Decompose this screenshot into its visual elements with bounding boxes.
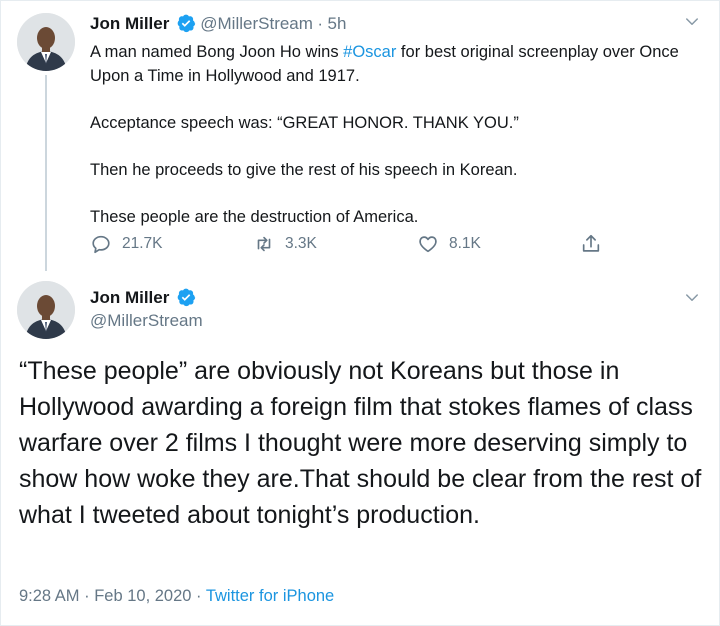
- verified-badge-icon: [177, 14, 195, 33]
- tweet-text: A man named Bong Joon Ho wins #Oscar for…: [90, 40, 700, 252]
- tweet-header: Jon Miller: [90, 287, 196, 308]
- avatar-image: [17, 281, 75, 339]
- retweet-count: 3.3K: [285, 235, 317, 252]
- handle-line: @MillerStream: [90, 311, 203, 331]
- tweet-text: “These people” are obviously not Koreans…: [19, 357, 702, 529]
- reply-button[interactable]: 21.7K: [90, 233, 163, 255]
- reply-icon: [92, 235, 110, 254]
- avatar[interactable]: [17, 281, 75, 339]
- heart-icon: [419, 236, 437, 253]
- separator-dot: ·: [317, 14, 324, 33]
- tweet-paragraph: These people are the destruction of Amer…: [90, 208, 419, 226]
- author-handle[interactable]: @MillerStream: [90, 311, 203, 330]
- tweet-paragraph: Then he proceeds to give the rest of his…: [90, 161, 518, 179]
- retweet-icon: [257, 236, 271, 252]
- tweet-paragraph: A man named Bong Joon Ho wins #Oscar for…: [90, 40, 700, 88]
- tweet-actions: 21.7K 3.3K 8.1K: [90, 233, 610, 257]
- tweet-timestamp[interactable]: 9:28 AM · Feb 10, 2020: [19, 587, 191, 605]
- reply-count: 21.7K: [122, 235, 163, 252]
- separator-dot: ·: [191, 587, 206, 605]
- chevron-down-icon[interactable]: [683, 13, 701, 31]
- tweet-source-link[interactable]: Twitter for iPhone: [206, 587, 334, 605]
- verified-badge-icon: [177, 288, 195, 307]
- avatar[interactable]: [17, 13, 75, 71]
- hashtag-link[interactable]: #Oscar: [343, 43, 396, 61]
- thread-connector: [45, 75, 47, 271]
- tweet-meta: 9:28 AM · Feb 10, 2020 · Twitter for iPh…: [19, 587, 334, 606]
- author-handle[interactable]: @MillerStream: [200, 14, 313, 33]
- author-name[interactable]: Jon Miller: [90, 14, 169, 33]
- avatar-image: [17, 13, 75, 71]
- chevron-down-icon[interactable]: [683, 289, 701, 307]
- tweet-header: Jon Miller @MillerStream · 5h: [90, 13, 346, 34]
- tweet-paragraph: Acceptance speech was: “GREAT HONOR. THA…: [90, 114, 519, 132]
- tweet-card: Jon Miller @MillerStream · 5h A man name…: [0, 0, 720, 626]
- like-button[interactable]: 8.1K: [417, 233, 481, 255]
- share-button[interactable]: [580, 233, 612, 255]
- like-count: 8.1K: [449, 235, 481, 252]
- tweet-text-segment: A man named Bong Joon Ho wins: [90, 43, 344, 61]
- tweet-time[interactable]: 5h: [328, 14, 347, 33]
- retweet-button[interactable]: 3.3K: [253, 233, 317, 255]
- share-icon: [582, 234, 600, 252]
- author-name[interactable]: Jon Miller: [90, 288, 169, 307]
